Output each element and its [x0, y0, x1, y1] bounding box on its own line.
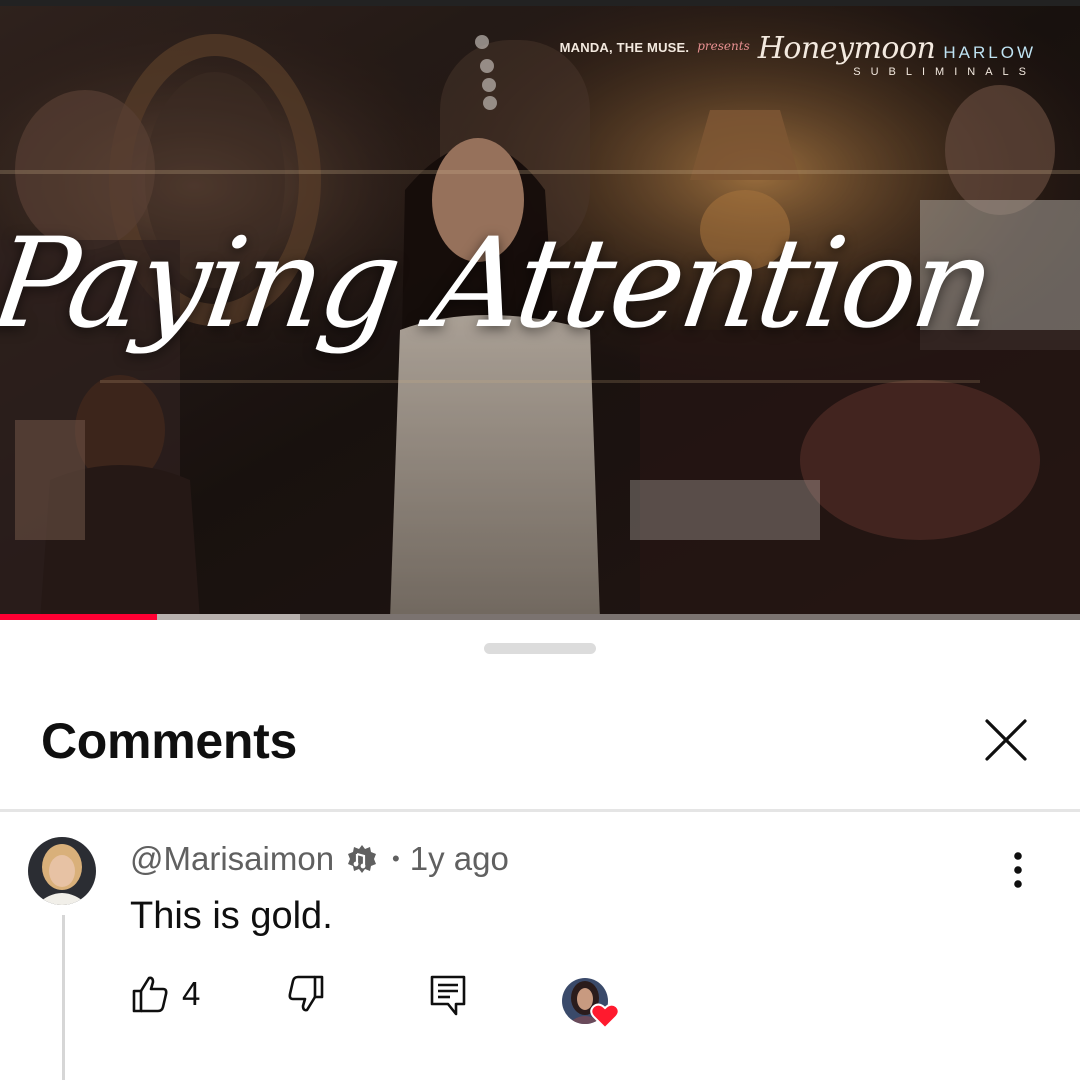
comment-age: 1y ago — [409, 840, 509, 877]
comment-actions: 4 — [0, 972, 1080, 1042]
dislike-button[interactable] — [286, 974, 326, 1014]
video-player[interactable]: MANDA, THE MUSE. presents Honeymoon HARL… — [0, 0, 1080, 620]
brand-presents: presents — [697, 39, 750, 53]
brand-presenter: MANDA, THE MUSE. — [559, 40, 690, 55]
status-strip — [0, 0, 1080, 6]
avatar[interactable] — [28, 837, 96, 905]
heart-icon — [590, 1003, 620, 1030]
thumbs-up-icon — [132, 976, 168, 1013]
reply-comment-icon — [430, 975, 466, 1016]
creator-badge-icon — [348, 845, 377, 873]
more-vert-icon — [1014, 852, 1022, 888]
comment-more-button[interactable] — [996, 844, 1040, 896]
close-button[interactable] — [978, 712, 1034, 768]
thumbs-down-icon — [288, 975, 324, 1012]
channel-brand-logo: MANDA, THE MUSE. presents Honeymoon HARL… — [559, 31, 1036, 79]
comment-text: This is gold. — [130, 895, 333, 937]
brand-word: HARLOW — [943, 43, 1036, 62]
brand-sub: SUBLIMINALS — [853, 66, 1036, 78]
like-button[interactable]: 4 — [130, 974, 200, 1014]
drag-handle[interactable] — [484, 643, 596, 654]
avatar-image — [28, 837, 96, 905]
video-title-overlay: Paying Attention — [0, 212, 1001, 356]
comment-meta: @Marisaimon • 1y ago — [130, 840, 509, 878]
comment-author[interactable]: @Marisaimon — [130, 840, 334, 878]
comment-item: @Marisaimon • 1y ago This is gold. 4 — [0, 812, 1080, 1080]
meta-separator: • — [392, 846, 400, 871]
brand-script: Honeymoon — [757, 31, 936, 66]
reply-button[interactable] — [428, 974, 468, 1016]
creator-heart[interactable] — [560, 972, 624, 1032]
like-count: 4 — [182, 975, 201, 1012]
comments-sheet: Comments @Marisaimon • 1y ago This is go… — [0, 620, 1080, 1080]
sheet-title: Comments — [41, 713, 297, 769]
close-icon — [985, 719, 1027, 761]
